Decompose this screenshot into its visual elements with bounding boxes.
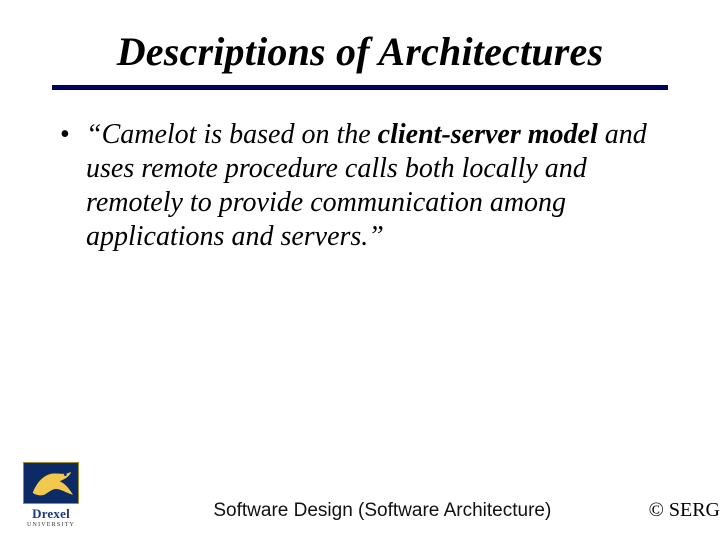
bullet-quote-open: “: [86, 119, 102, 150]
logo-emblem: [23, 462, 79, 504]
bullet-list: “Camelot is based on the client-server m…: [48, 118, 672, 255]
logo-name: Drexel: [32, 506, 70, 522]
footer-title: Software Design (Software Architecture): [86, 500, 649, 528]
logo: Drexel UNIVERSITY: [16, 462, 86, 528]
bullet-emph: client-server model: [378, 119, 598, 150]
slide: Descriptions of Architectures “Camelot i…: [0, 0, 720, 540]
title-rule: [52, 85, 668, 90]
bullet-text-pre: Camelot is based on the: [102, 119, 378, 150]
footer-copyright: © SERG: [649, 499, 720, 528]
bullet-item: “Camelot is based on the client-server m…: [56, 118, 672, 255]
footer: Drexel UNIVERSITY Software Design (Softw…: [0, 462, 720, 528]
dragon-icon: [27, 466, 75, 501]
logo-sub: UNIVERSITY: [27, 522, 75, 528]
slide-title: Descriptions of Architectures: [48, 28, 672, 75]
